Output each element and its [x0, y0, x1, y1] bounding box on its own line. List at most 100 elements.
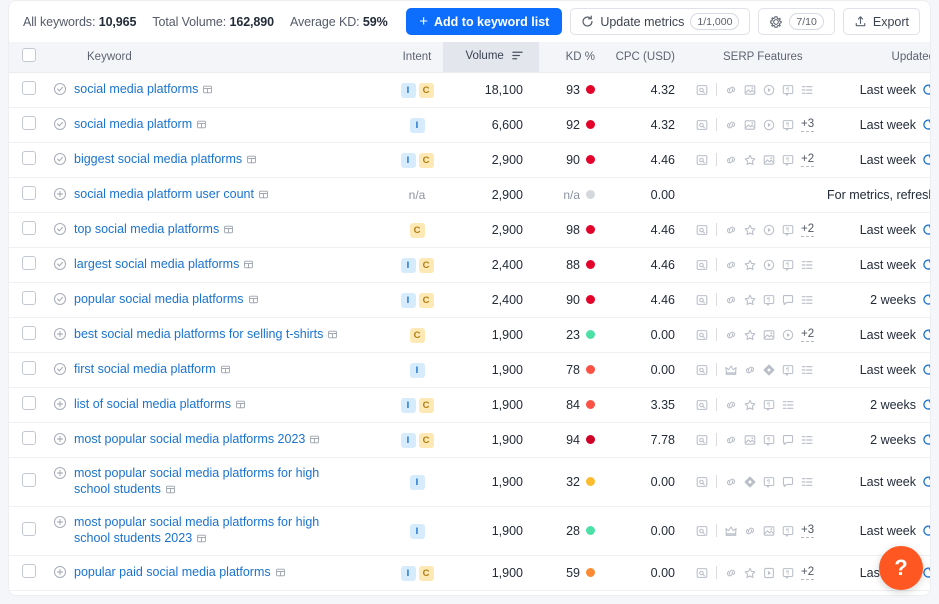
faq-icon[interactable]	[781, 153, 795, 167]
row-checkbox[interactable]	[22, 186, 36, 200]
faq-icon[interactable]	[762, 293, 776, 307]
plus-circle-icon[interactable]	[53, 397, 67, 414]
link-icon[interactable]	[724, 258, 738, 272]
list-icon[interactable]	[781, 398, 795, 412]
intent-badge-i[interactable]: I	[401, 153, 416, 168]
column-header-updated[interactable]: Updated	[827, 42, 931, 72]
row-refresh-icon[interactable]	[922, 566, 931, 579]
star-icon[interactable]	[743, 566, 757, 580]
list-icon[interactable]	[800, 433, 814, 447]
keyword-link[interactable]: top social media platforms	[74, 221, 234, 239]
plus-circle-icon[interactable]	[53, 466, 67, 483]
table-row[interactable]: list of social media platformsIC1,900843…	[9, 387, 931, 422]
keyword-link[interactable]: first social media platform	[74, 361, 231, 379]
add-to-keyword-list-button[interactable]: + Add to keyword list	[406, 8, 562, 35]
row-refresh-icon[interactable]	[922, 328, 931, 341]
check-circle-icon[interactable]	[53, 82, 67, 99]
row-checkbox[interactable]	[22, 326, 36, 340]
faq-icon[interactable]	[781, 524, 795, 538]
star-icon[interactable]	[743, 398, 757, 412]
plus-circle-icon[interactable]	[53, 187, 67, 204]
column-header-intent[interactable]: Intent	[391, 42, 443, 72]
image-icon[interactable]	[743, 433, 757, 447]
plus-circle-icon[interactable]	[53, 565, 67, 582]
row-checkbox[interactable]	[22, 81, 36, 95]
serp-preview-icon[interactable]	[246, 153, 257, 169]
keyword-link[interactable]: most popular social media platforms for …	[74, 514, 356, 548]
row-checkbox[interactable]	[22, 291, 36, 305]
check-circle-icon[interactable]	[53, 292, 67, 309]
plus-circle-icon[interactable]	[53, 432, 67, 449]
list-icon[interactable]	[800, 258, 814, 272]
row-checkbox[interactable]	[22, 396, 36, 410]
faq-icon[interactable]	[781, 566, 795, 580]
intent-badge-i[interactable]: I	[410, 118, 425, 133]
diamond-icon[interactable]	[762, 363, 776, 377]
serp-preview-icon[interactable]	[327, 328, 338, 344]
serp-preview-icon[interactable]	[235, 398, 246, 414]
update-metrics-button[interactable]: Update metrics 1/1,000	[570, 8, 750, 35]
link-icon[interactable]	[743, 363, 757, 377]
star-icon[interactable]	[743, 153, 757, 167]
check-circle-icon[interactable]	[53, 152, 67, 169]
search-preview-icon[interactable]	[695, 293, 709, 307]
serp-preview-icon[interactable]	[202, 83, 213, 99]
row-refresh-icon[interactable]	[922, 398, 931, 411]
column-header-volume[interactable]: Volume	[443, 42, 539, 72]
intent-badge-i[interactable]: I	[401, 566, 416, 581]
link-icon[interactable]	[724, 153, 738, 167]
faq-icon[interactable]	[762, 433, 776, 447]
image-icon[interactable]	[762, 328, 776, 342]
search-preview-icon[interactable]	[695, 258, 709, 272]
row-checkbox[interactable]	[22, 221, 36, 235]
check-circle-icon[interactable]	[53, 362, 67, 379]
serp-preview-icon[interactable]	[258, 188, 269, 204]
table-row[interactable]: best social media platforms for selling …	[9, 317, 931, 352]
row-checkbox[interactable]	[22, 361, 36, 375]
faq-icon[interactable]	[781, 258, 795, 272]
check-circle-icon[interactable]	[53, 257, 67, 274]
table-row[interactable]: most popular social media platforms 2023…	[9, 422, 931, 457]
row-refresh-icon[interactable]	[922, 83, 931, 96]
discussion-icon[interactable]	[781, 433, 795, 447]
row-refresh-icon[interactable]	[922, 475, 931, 488]
serp-preview-icon[interactable]	[248, 293, 259, 309]
plus-circle-icon[interactable]	[53, 515, 67, 532]
link-icon[interactable]	[724, 293, 738, 307]
row-refresh-icon[interactable]	[922, 223, 931, 236]
check-circle-icon[interactable]	[53, 117, 67, 134]
faq-icon[interactable]	[781, 363, 795, 377]
keyword-link[interactable]: popular social media platforms	[74, 291, 259, 309]
video-icon[interactable]	[762, 258, 776, 272]
keyword-link[interactable]: popular paid social media platforms	[74, 564, 286, 582]
serp-preview-icon[interactable]	[196, 118, 207, 134]
faq-icon[interactable]	[762, 475, 776, 489]
intent-badge-i[interactable]: I	[401, 83, 416, 98]
image-icon[interactable]	[762, 153, 776, 167]
table-row[interactable]: social media platformI6,600924.32+3Last …	[9, 107, 931, 142]
search-preview-icon[interactable]	[695, 475, 709, 489]
column-header-cpc[interactable]: CPC (USD)	[611, 42, 687, 72]
keyword-link[interactable]: social media platforms	[74, 81, 213, 99]
column-header-kd[interactable]: KD %	[539, 42, 611, 72]
search-preview-icon[interactable]	[695, 566, 709, 580]
star-icon[interactable]	[743, 328, 757, 342]
table-row[interactable]: biggest social media platformsIC2,900904…	[9, 142, 931, 177]
intent-badge-i[interactable]: I	[410, 524, 425, 539]
row-checkbox[interactable]	[22, 151, 36, 165]
serp-preview-icon[interactable]	[275, 566, 286, 582]
image-icon[interactable]	[762, 524, 776, 538]
row-refresh-icon[interactable]	[922, 433, 931, 446]
list-icon[interactable]	[800, 83, 814, 97]
serp-preview-icon[interactable]	[223, 223, 234, 239]
keyword-link[interactable]: best social media platforms for selling …	[74, 326, 338, 344]
search-preview-icon[interactable]	[695, 524, 709, 538]
row-refresh-icon[interactable]	[922, 258, 931, 271]
column-header-serp-features[interactable]: SERP Features	[687, 42, 827, 72]
row-checkbox[interactable]	[22, 564, 36, 578]
link-icon[interactable]	[724, 475, 738, 489]
search-preview-icon[interactable]	[695, 118, 709, 132]
video-box-icon[interactable]	[762, 566, 776, 580]
video-icon[interactable]	[762, 83, 776, 97]
link-icon[interactable]	[724, 398, 738, 412]
